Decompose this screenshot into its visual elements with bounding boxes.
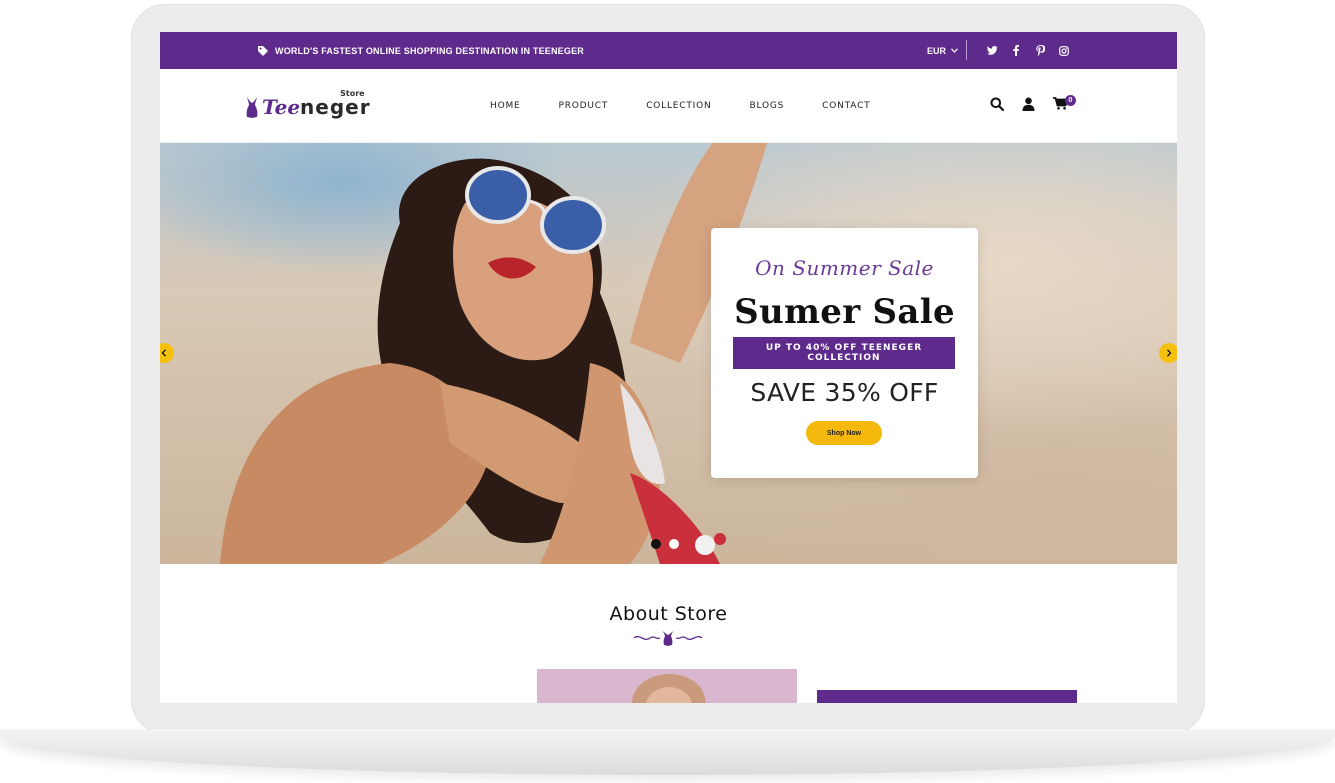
logo-text-part2: neger — [300, 95, 371, 119]
hero-model-image — [220, 143, 768, 564]
tag-icon — [258, 45, 268, 56]
sale-script-heading: On Summer Sale — [755, 256, 934, 280]
website-screen: WORLD'S FASTEST ONLINE SHOPPING DESTINAT… — [160, 32, 1177, 703]
sale-save-text: SAVE 35% OFF — [750, 378, 939, 407]
swimsuit-ornament-icon — [634, 631, 702, 646]
promo-message: WORLD'S FASTEST ONLINE SHOPPING DESTINAT… — [257, 32, 584, 69]
chevron-right-icon — [1167, 349, 1172, 357]
about-store-image — [537, 669, 797, 703]
cart-count-badge: 0 — [1065, 95, 1076, 106]
swimsuit-logo-icon — [246, 97, 258, 118]
pinterest-icon[interactable] — [1034, 45, 1046, 57]
nav-contact[interactable]: CONTACT — [822, 101, 870, 111]
social-links — [986, 32, 1070, 69]
store-logo[interactable]: Store Teeneger — [245, 89, 371, 119]
slider-dot-1[interactable] — [651, 539, 661, 549]
cart-button[interactable]: 0 — [1053, 95, 1076, 115]
chevron-left-icon — [161, 349, 166, 357]
about-text-panel — [817, 690, 1077, 703]
currency-label: EUR — [927, 45, 947, 56]
slider-next-button[interactable] — [1159, 343, 1177, 363]
nav-home[interactable]: HOME — [490, 101, 521, 111]
user-account-icon[interactable] — [1022, 97, 1035, 116]
header-actions: 0 — [990, 69, 1076, 143]
instagram-icon[interactable] — [1058, 45, 1070, 57]
shop-now-button[interactable]: Shop Now — [806, 421, 882, 445]
currency-selector[interactable]: EUR — [927, 32, 958, 69]
hero-slider: On Summer Sale Sumer Sale UP TO 40% OFF … — [160, 143, 1177, 564]
about-section-title: About Store — [609, 603, 728, 625]
laptop-base — [0, 729, 1335, 775]
nav-blogs[interactable]: BLOGS — [750, 101, 785, 111]
slider-pagination — [651, 539, 679, 549]
nav-collection[interactable]: COLLECTION — [646, 101, 711, 111]
search-icon[interactable] — [990, 97, 1005, 116]
sale-title: Sumer Sale — [734, 292, 955, 332]
topbar-divider — [966, 40, 967, 60]
main-menu: HOME PRODUCT COLLECTION BLOGS CONTACT — [490, 69, 908, 143]
logo-tagline: Store — [340, 89, 365, 98]
slider-dot-2[interactable] — [669, 539, 679, 549]
announcement-bar: WORLD'S FASTEST ONLINE SHOPPING DESTINAT… — [160, 32, 1177, 69]
chevron-down-icon — [951, 48, 958, 53]
twitter-icon[interactable] — [986, 45, 998, 57]
main-navbar: Store Teeneger HOME PRODUCT COLLECTION B… — [160, 69, 1177, 143]
promo-text: WORLD'S FASTEST ONLINE SHOPPING DESTINAT… — [275, 45, 584, 56]
sale-banner-card: On Summer Sale Sumer Sale UP TO 40% OFF … — [711, 228, 978, 478]
nav-product[interactable]: PRODUCT — [559, 101, 609, 111]
logo-text-part1: Tee — [262, 95, 301, 119]
facebook-icon[interactable] — [1010, 45, 1022, 57]
sale-discount-band: UP TO 40% OFF TEENEGER COLLECTION — [733, 337, 955, 369]
